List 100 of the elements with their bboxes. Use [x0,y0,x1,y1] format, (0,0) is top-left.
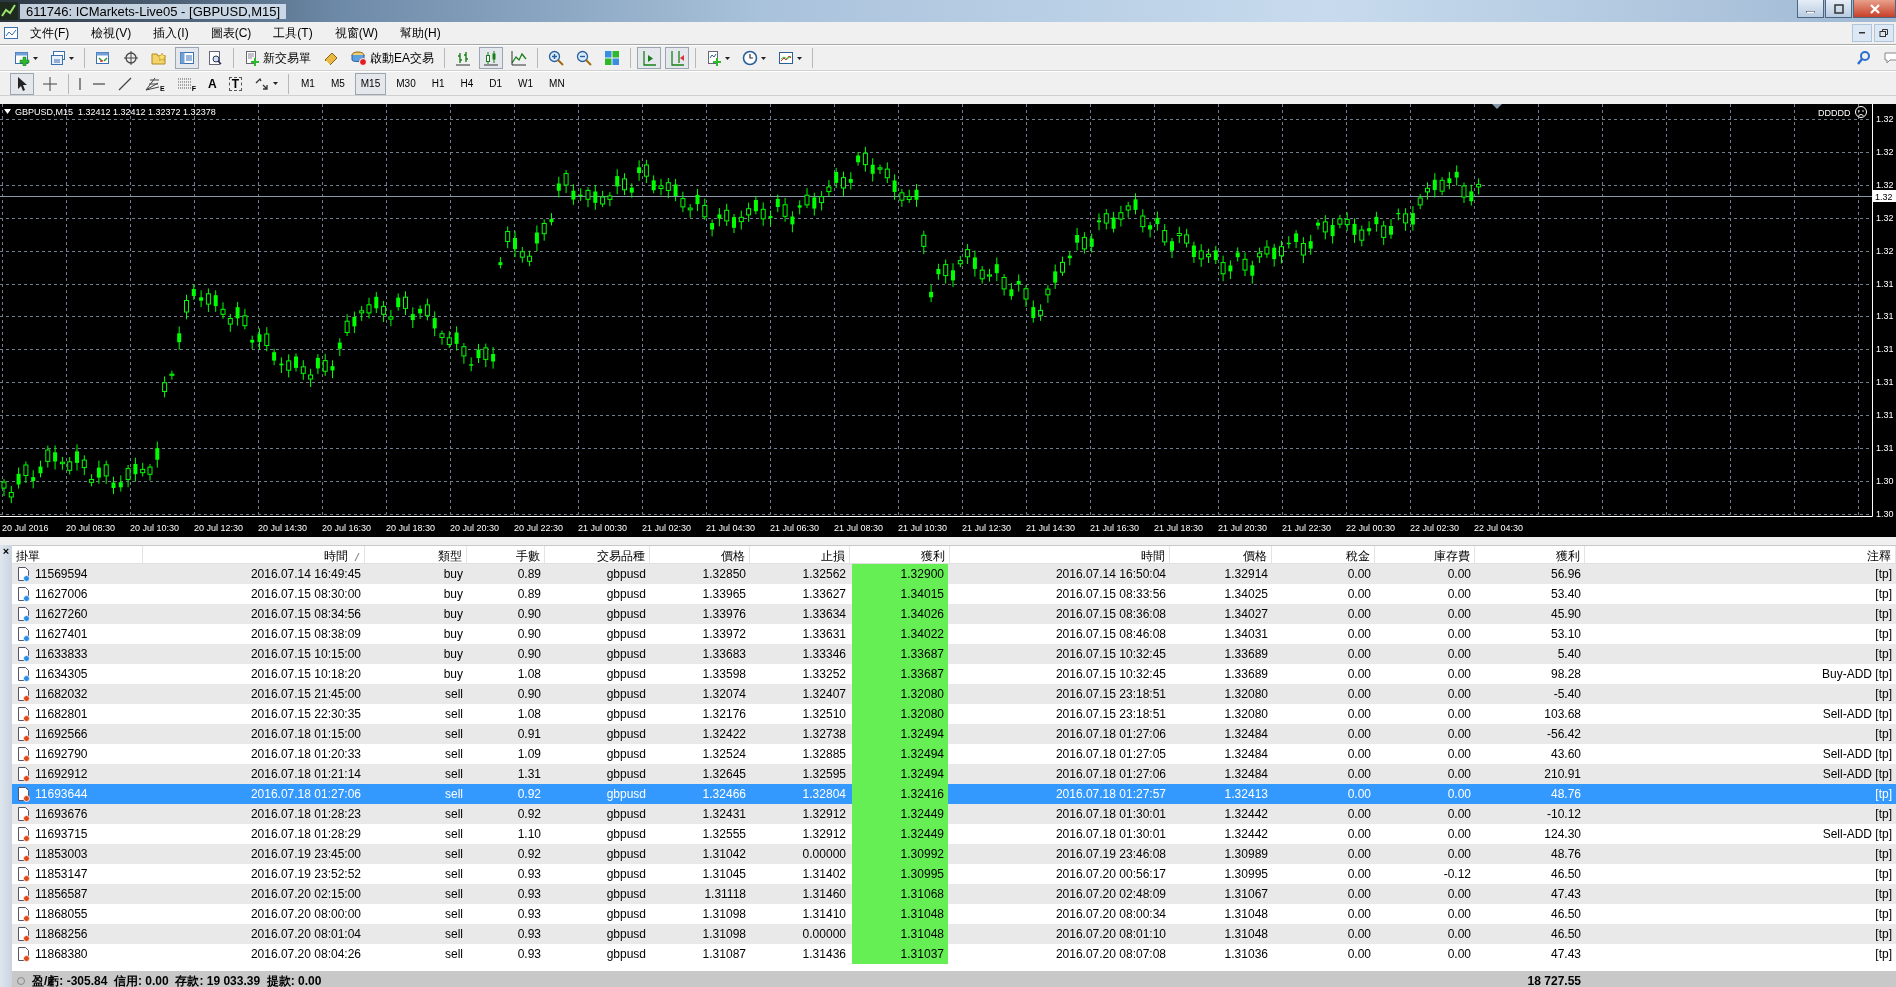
period-button[interactable]: H1 [425,72,451,95]
table-cell-text: sell [444,847,464,861]
period-button[interactable]: MN [543,72,571,95]
menu-item[interactable]: 視窗(W) [323,23,389,43]
table-cell-text: -56.42 [1545,727,1582,741]
table-row[interactable]: 11693676 2016.07.18 01:28:23 sell 0.92 gbpusd 1.32431 1.32912 1.32449 2016.07.18 01:30:01 1.32442 0.00 0.00 -10.12 [tp] [12,804,1896,824]
shift-marker-icon[interactable] [1492,104,1502,109]
table-cell: 1.30992 [852,844,948,864]
table-cell-text: 2016.07.20 08:01:10 [1054,927,1167,941]
table-cell-text: 2016.07.15 22:30:35 [249,707,362,721]
dropdown-icon[interactable] [4,109,11,114]
period-button[interactable]: M1 [294,72,321,95]
table-row[interactable]: 11853147 2016.07.19 23:52:52 sell 0.93 gbpusd 1.31045 1.31402 1.30995 2016.07.20 00:56:17 1.30995 0.00 -0.12 46.50 [tp] [12,864,1896,884]
toolbar-button[interactable] [10,72,34,95]
table-row[interactable]: 11569594 2016.07.14 16:49:45 buy 0.89 gbpusd 1.32850 1.32562 1.32900 2016.07.14 16:50:04 1.32914 0.00 0.00 56.96 [tp] [12,564,1896,584]
table-row[interactable]: 11627260 2016.07.15 08:34:56 buy 0.90 gbpusd 1.33976 1.33634 1.34026 2016.07.15 08:36:08 1.34027 0.00 0.00 45.90 [tp] [12,604,1896,624]
menu-item[interactable]: 幫助(H) [389,23,452,43]
toolbar-button[interactable]: 新交易單 [240,47,315,69]
table-cell-text: 1.32738 [801,727,847,741]
tile-windows-icon [604,50,620,66]
table-cell-text: 1.31 [516,767,542,781]
close-button[interactable] [1853,0,1896,18]
table-row[interactable]: 11693715 2016.07.18 01:28:29 sell 1.10 gbpusd 1.32555 1.32912 1.32449 2016.07.18 01:30:01 1.32442 0.00 0.00 124.30 Sell-ADD [tp] [12,824,1896,844]
table-cell-text: sell [444,887,464,901]
minimize-button[interactable] [1797,0,1824,18]
table-cell-text: gbpusd [605,707,647,721]
table-cell: 1.32416 [852,784,948,804]
table-cell-text: [tp] [1874,947,1893,961]
table-cell: 1.32494 [852,744,948,764]
menu-item[interactable]: 檢視(V) [80,23,143,43]
table-row[interactable]: 11682032 2016.07.15 21:45:00 sell 0.90 gbpusd 1.32074 1.32407 1.32080 2016.07.15 23:18:51 1.32080 0.00 0.00 -5.40 [tp] [12,684,1896,704]
period-button[interactable]: M5 [324,72,351,95]
table-cell-text: 0.00 [1446,827,1472,841]
period-button[interactable]: M15 [354,72,387,95]
table-cell-text: [tp] [1874,727,1893,741]
table-row[interactable]: 11868055 2016.07.20 08:00:00 sell 0.93 gbpusd 1.31098 1.31410 1.31048 2016.07.20 08:00:34 1.31048 0.00 0.00 46.50 [tp] [12,904,1896,924]
table-row[interactable]: 11693644 2016.07.18 01:27:06 sell 0.92 gbpusd 1.32466 1.32804 1.32416 2016.07.18 01:27:57 1.32413 0.00 0.00 48.76 [tp] [12,784,1896,804]
table-cell-text: Buy-ADD [tp] [1820,667,1893,681]
trend-line-icon [117,75,133,92]
period-button[interactable]: D1 [483,72,509,95]
toolbar-button[interactable]: 啟動EA交易 [347,47,438,69]
period-button[interactable]: M30 [390,72,422,95]
close-button[interactable]: × [2,545,10,557]
table-cell-text: 2016.07.15 08:34:56 [249,607,362,621]
table-cell-text: 48.76 [1549,787,1582,801]
table-row[interactable]: 11627401 2016.07.15 08:38:09 buy 0.90 gbpusd 1.33972 1.33631 1.34022 2016.07.15 08:46:08 1.34031 0.00 0.00 53.10 [tp] [12,624,1896,644]
table-cell-text: 1.32466 [701,787,747,801]
table-row[interactable]: 11633833 2016.07.15 10:15:00 buy 0.90 gbpusd 1.33683 1.33346 1.33687 2016.07.15 10:32:45 1.33689 0.00 0.00 5.40 [tp] [12,644,1896,664]
price-label: 1.31 [1876,279,1894,289]
table-cell-text: gbpusd [605,907,647,921]
menu-item[interactable]: 圖表(C) [199,23,263,43]
price-label: 1.32 [1876,180,1894,190]
period-button[interactable]: H4 [454,72,480,95]
column-title: 時間 [324,548,348,565]
time-label: 20 Jul 18:30 [386,523,436,533]
table-cell-text: 1.32914 [1223,567,1269,581]
chart-window-icon [3,25,19,41]
windows-icon [50,50,66,66]
table-cell-text: gbpusd [605,687,647,701]
table-row[interactable]: 11692912 2016.07.18 01:21:14 sell 1.31 gbpusd 1.32645 1.32595 1.32494 2016.07.18 01:27:06 1.32484 0.00 0.00 210.91 Sell-ADD [tp] [12,764,1896,784]
menu-item[interactable]: 插入(I) [142,23,200,43]
time-label: 21 Jul 00:30 [578,523,628,533]
table-row[interactable]: 11627006 2016.07.15 08:30:00 buy 0.89 gbpusd 1.33965 1.33627 1.34015 2016.07.15 08:33:56 1.34025 0.00 0.00 53.40 [tp] [12,584,1896,604]
restore-button[interactable] [1874,24,1894,42]
table-cell-text: 0.00 [1346,887,1372,901]
table-row[interactable]: 11634305 2016.07.15 10:18:20 buy 1.08 gbpusd 1.33598 1.33252 1.33687 2016.07.15 10:32:45 1.33689 0.00 0.00 98.28 Buy-ADD [tp] [12,664,1896,684]
table-cell-text: 2016.07.20 02:15:00 [249,887,362,901]
price-label: 1.30 [1876,509,1894,519]
table-cell-text: sell [444,907,464,921]
caret-icon [797,56,802,60]
table-cell-text: 2016.07.18 01:30:01 [1054,827,1167,841]
toolbar-button[interactable]: A [203,72,221,95]
table-row[interactable]: 11856587 2016.07.20 02:15:00 sell 0.93 gbpusd 1.31118 1.31460 1.31068 2016.07.20 02:48:09 1.31067 0.00 0.00 47.43 [tp] [12,884,1896,904]
table-cell-text: 2016.07.15 21:45:00 [249,687,362,701]
menu-item[interactable]: 文件(F) [19,23,81,43]
table-row[interactable]: 11868256 2016.07.20 08:01:04 sell 0.93 gbpusd 1.31098 0.00000 1.31048 2016.07.20 08:01:10 1.31048 0.00 0.00 46.50 [tp] [12,924,1896,944]
table-cell-text: 2016.07.15 10:15:00 [249,647,362,661]
table-row[interactable]: 11692566 2016.07.18 01:15:00 sell 0.91 gbpusd 1.32422 1.32738 1.32494 2016.07.18 01:27:06 1.32484 0.00 0.00 -56.42 [tp] [12,724,1896,744]
table-row[interactable]: 11682801 2016.07.15 22:30:35 sell 1.08 gbpusd 1.32176 1.32510 1.32080 2016.07.15 23:18:51 1.32080 0.00 0.00 103.68 Sell-ADD [tp] [12,704,1896,724]
status-dot-icon [16,976,26,986]
time-label: 21 Jul 04:30 [706,523,756,533]
table-cell-text: 46.50 [1549,867,1582,881]
period-button[interactable]: W1 [512,72,540,95]
table-cell-text: 1.33965 [701,587,747,601]
table-cell-text: 2016.07.20 08:00:00 [249,907,362,921]
table-row[interactable]: 11853003 2016.07.19 23:45:00 sell 0.92 gbpusd 1.31042 0.00000 1.30992 2016.07.19 23:46:08 1.30989 0.00 0.00 48.76 [tp] [12,844,1896,864]
table-cell-text: 0.00 [1346,787,1372,801]
time-label: 20 Jul 20:30 [450,523,500,533]
maximize-button[interactable] [1825,0,1852,18]
window-title: 611746: ICMarkets-Live05 - [GBPUSD,M15] [20,3,287,19]
table-cell-text: gbpusd [605,627,647,641]
table-cell-text: 98.28 [1549,667,1582,681]
table-cell-text: Sell-ADD [tp] [1821,827,1893,841]
table-cell-text: 2016.07.18 01:28:23 [249,807,362,821]
close-icon [1868,3,1881,14]
time-label: 20 Jul 16:30 [322,523,372,533]
table-row[interactable]: 11692790 2016.07.18 01:20:33 sell 1.09 gbpusd 1.32524 1.32885 1.32494 2016.07.18 01:27:05 1.32484 0.00 0.00 43.60 Sell-ADD [tp] [12,744,1896,764]
table-cell-text: 1.32510 [801,707,847,721]
table-row[interactable]: 11868380 2016.07.20 08:04:26 sell 0.93 gbpusd 1.31087 1.31436 1.31037 2016.07.20 08:07:08 1.31036 0.00 0.00 47.43 [tp] [12,944,1896,964]
menu-item[interactable]: 工具(T) [262,23,324,43]
